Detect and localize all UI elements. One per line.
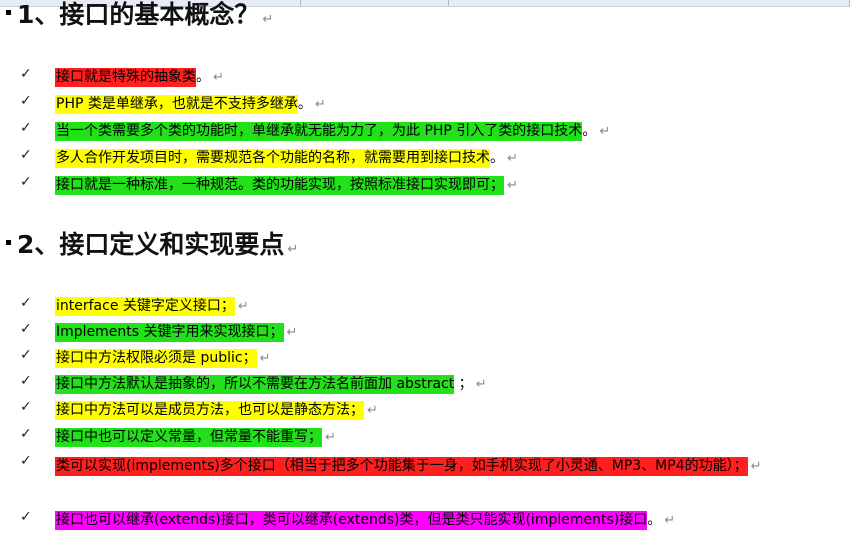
- list-item: ✓ 接口中方法默认是抽象的，所以不需要在方法名前面加 abstract ； ↵: [0, 372, 850, 396]
- tab-strip-segment: [449, 0, 850, 6]
- check-icon: ✓: [20, 373, 32, 389]
- paragraph-mark-icon: ↵: [262, 12, 274, 27]
- paragraph-mark-icon: ↵: [287, 242, 299, 257]
- list-item: ✓ 多人合作开发项目时，需要规范各个功能的名称，就需要用到接口技术。 ↵: [0, 146, 850, 170]
- item-text: 接口中方法可以是成员方法，也可以是静态方法；: [55, 401, 364, 420]
- item-text: 接口中也可以定义常量，但常量不能重写；: [55, 428, 322, 447]
- paragraph-mark-icon: ↵: [750, 459, 762, 474]
- item-text: 接口中方法默认是抽象的，所以不需要在方法名前面加 abstract: [55, 375, 455, 394]
- paragraph-mark-icon: ↵: [213, 70, 224, 85]
- item-suffix: 。: [582, 123, 597, 139]
- check-icon: ✓: [20, 509, 32, 525]
- check-icon: ✓: [20, 426, 32, 442]
- check-icon: ✓: [20, 93, 32, 109]
- list-item: ✓ interface 关键字定义接口； ↵: [0, 294, 850, 318]
- section1-heading: 1、接口的基本概念？ ↵: [6, 0, 273, 35]
- item-suffix: ；: [454, 376, 473, 392]
- item-suffix: 。: [297, 96, 312, 112]
- list-item: ✓ 类可以实现(implements)多个接口（相当于把多个功能集于一身，如手机…: [0, 452, 850, 502]
- heading-bullet-icon: [6, 9, 11, 15]
- item-suffix: 。: [490, 150, 504, 166]
- tab-strip-segment: [301, 0, 449, 6]
- check-icon: ✓: [20, 399, 32, 415]
- item-text: 当一个类需要多个类的功能时，单继承就无能为力了，为此 PHP 引入了类的接口技术: [55, 122, 583, 141]
- item-suffix: 。: [196, 69, 210, 85]
- list-item: ✓ 接口就是一种标准，一种规范。类的功能实现，按照标准接口实现即可； ↵: [0, 173, 850, 197]
- list-item: ✓ 当一个类需要多个类的功能时，单继承就无能为力了，为此 PHP 引入了类的接口…: [0, 119, 850, 143]
- check-icon: ✓: [20, 120, 32, 136]
- item-text: interface 关键字定义接口；: [55, 297, 235, 316]
- list-item: ✓ 接口中也可以定义常量，但常量不能重写； ↵: [0, 425, 850, 449]
- check-icon: ✓: [20, 147, 32, 163]
- list-item: ✓ Implements 关键字用来实现接口； ↵: [0, 320, 850, 344]
- paragraph-mark-icon: ↵: [475, 377, 487, 392]
- section1-title: 1、接口的基本概念？: [17, 0, 260, 29]
- item-text: 多人合作开发项目时，需要规范各个功能的名称，就需要用到接口技术: [55, 149, 490, 168]
- item-text: 类可以实现(implements)多个接口（相当于把多个功能集于一身，如手机实现…: [55, 457, 748, 476]
- paragraph-mark-icon: ↵: [259, 351, 271, 366]
- paragraph-mark-icon: ↵: [286, 325, 298, 340]
- paragraph-mark-icon: ↵: [507, 151, 518, 166]
- item-text: 接口就是特殊的抽象类: [55, 68, 196, 87]
- check-icon: ✓: [20, 295, 32, 311]
- paragraph-mark-icon: ↵: [237, 299, 249, 314]
- list-item: ✓ 接口就是特殊的抽象类。 ↵: [0, 65, 850, 89]
- check-icon: ✓: [20, 347, 32, 363]
- list-item: ✓ 接口中方法可以是成员方法，也可以是静态方法； ↵: [0, 398, 850, 422]
- check-icon: ✓: [20, 66, 32, 82]
- list-item: ✓ PHP 类是单继承，也就是不支持多继承。 ↵: [0, 92, 850, 116]
- paragraph-mark-icon: ↵: [599, 124, 611, 139]
- item-text: 接口中方法权限必须是 public；: [55, 349, 257, 368]
- paragraph-mark-icon: ↵: [507, 178, 518, 193]
- item-text: 接口就是一种标准，一种规范。类的功能实现，按照标准接口实现即可；: [55, 176, 504, 195]
- section2-title: 2、接口定义和实现要点: [17, 230, 285, 259]
- paragraph-mark-icon: ↵: [367, 403, 378, 418]
- heading-bullet-icon: [6, 239, 11, 245]
- list-item: ✓ 接口中方法权限必须是 public； ↵: [0, 346, 850, 370]
- item-suffix: 。: [647, 512, 662, 528]
- check-icon: ✓: [20, 174, 32, 190]
- paragraph-mark-icon: ↵: [664, 513, 676, 528]
- section2-heading: 2、接口定义和实现要点 ↵: [6, 230, 298, 265]
- paragraph-mark-icon: ↵: [314, 97, 326, 112]
- list-item: ✓ 接口也可以继承(extends)接口，类可以继承(extends)类，但是类…: [0, 508, 850, 532]
- check-icon: ✓: [20, 453, 32, 469]
- check-icon: ✓: [20, 321, 32, 337]
- item-text: Implements 关键字用来实现接口；: [55, 323, 284, 342]
- item-text: 接口也可以继承(extends)接口，类可以继承(extends)类，但是类只能…: [55, 511, 648, 530]
- paragraph-mark-icon: ↵: [325, 430, 336, 445]
- item-text: PHP 类是单继承，也就是不支持多继承: [55, 95, 298, 114]
